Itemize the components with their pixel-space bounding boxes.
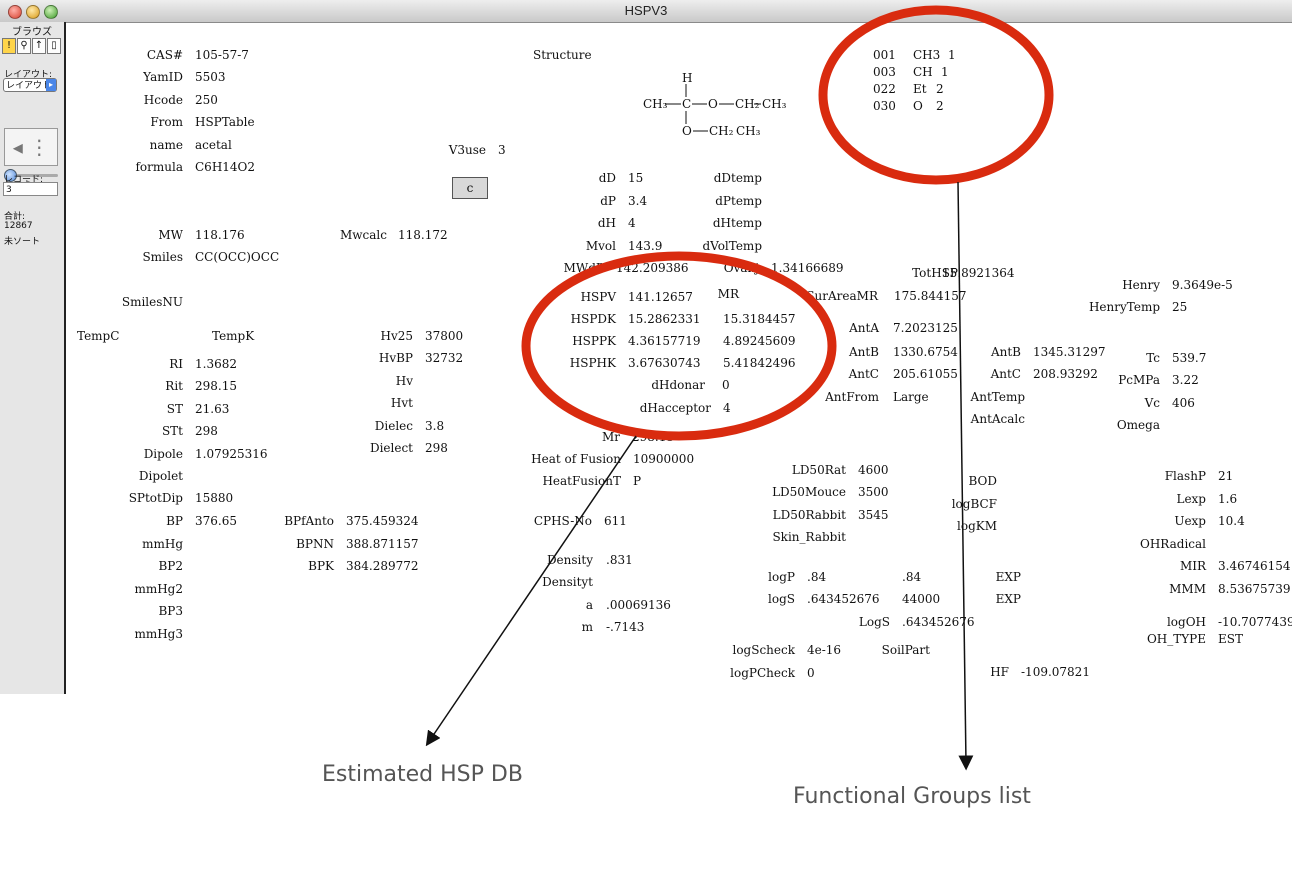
hsp-caption: Estimated HSP DB (322, 762, 523, 787)
fg-caption: Functional Groups list (793, 784, 1031, 809)
fg-highlight-ellipse (818, 5, 1054, 185)
hsp-highlight-ellipse (521, 251, 837, 441)
hsp-arrow (425, 435, 637, 747)
annotation-overlay (425, 5, 1054, 771)
fg-arrow (957, 181, 974, 771)
